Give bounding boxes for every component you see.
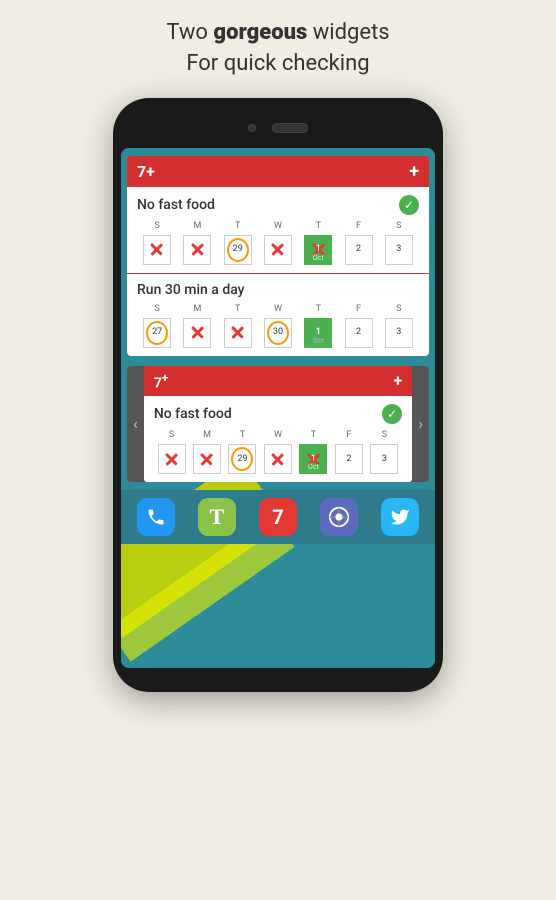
cell-t6-today[interactable]: 1 Oct [299,444,327,474]
textra-app-icon[interactable]: T [198,498,236,536]
cell-s2[interactable]: 3 [385,235,413,265]
widget-2-header: 7+ + [144,366,412,397]
cell-m2[interactable] [183,318,211,348]
habit-card-1: No fast food ✓ S M T W T F S [127,187,429,273]
nav-left-arrow[interactable]: ‹ [127,414,144,433]
habit-card-2: Run 30 min a day S M T W T F S [127,274,429,356]
x-icon [161,447,183,471]
cell-t1[interactable]: 29 [224,235,252,265]
habit-name-2: Run 30 min a day [137,282,245,298]
x-icon [196,447,218,471]
cell-s4[interactable]: 3 [385,318,413,348]
widget-1-plus[interactable]: + [409,161,419,182]
phone-screen: 7+ + No fast food ✓ S M T W [121,148,435,668]
habit-name-row-2: Run 30 min a day [137,282,419,298]
cell-f3[interactable]: 2 [335,444,363,474]
phone: 7+ + No fast food ✓ S M T W [113,98,443,692]
day-labels-2: S M T W T F S [137,304,419,314]
widget-1-header: 7+ + [127,156,429,187]
nav-right-arrow[interactable]: › [412,414,429,433]
cell-t2-today[interactable]: 1 Oct [304,235,332,265]
cell-t4-today[interactable]: 1 Oct [304,318,332,348]
widget-area: 7+ + No fast food ✓ S M T W [121,148,435,491]
camera-icon [248,124,256,132]
cell-f1[interactable]: 2 [345,235,373,265]
checkmark-icon-2: ✓ [382,404,402,424]
phone-top [121,112,435,144]
habit-name-3: No fast food [154,406,232,422]
cell-s6[interactable]: 3 [370,444,398,474]
page-wrapper: Two gorgeous widgetsFor quick checking 7… [0,0,556,900]
speaker-icon [272,123,308,133]
twitter-app-icon[interactable] [381,498,419,536]
x-icon [146,238,168,262]
x-icon [186,238,208,262]
seven-app-icon[interactable]: 7 [259,498,297,536]
x-icon [227,321,249,345]
bottom-app-bar: T 7 [121,490,435,544]
cell-s5[interactable] [158,444,186,474]
cell-m1[interactable] [183,235,211,265]
x-icon [267,447,289,471]
cell-f2[interactable]: 2 [345,318,373,348]
habit-card-3: No fast food ✓ S M T W T F S [144,396,412,482]
day-labels-1: S M T W T F S [137,221,419,231]
chrome-app-icon[interactable] [320,498,358,536]
cell-s1[interactable] [143,235,171,265]
widget-1-title: 7+ [137,162,155,181]
day-cells-3: 29 1 Oct 2 3 [154,444,402,474]
cell-w2[interactable]: 30 [264,318,292,348]
widget-2-plus[interactable]: + [393,371,402,392]
checkmark-icon-1: ✓ [399,195,419,215]
habit-name-1: No fast food [137,197,215,213]
day-labels-3: S M T W T F S [154,430,402,440]
habit-name-row-1: No fast food ✓ [137,195,419,215]
x-icon [186,321,208,345]
phone-bottom [121,668,435,678]
day-cells-2: 27 30 1 Oct 2 [137,318,419,348]
cell-m3[interactable] [193,444,221,474]
cell-w3[interactable] [264,444,292,474]
habit-name-row-3: No fast food ✓ [154,404,402,424]
widget-2-inner: 7+ + No fast food ✓ S M T [144,366,412,483]
widget-2-title: 7+ [154,371,168,392]
widget-2-wrapper: ‹ 7+ + No fast food ✓ S [127,366,429,483]
widget-1: 7+ + No fast food ✓ S M T W [127,156,429,356]
x-icon [267,238,289,262]
day-cells-1: 29 1 Oct 2 3 [137,235,419,265]
phone-app-icon[interactable] [137,498,175,536]
cell-t5[interactable]: 29 [228,444,256,474]
cell-w1[interactable] [264,235,292,265]
cell-t3[interactable] [224,318,252,348]
cell-s3[interactable]: 27 [143,318,171,348]
headline-bold: gorgeous [213,20,307,45]
headline: Two gorgeous widgetsFor quick checking [166,18,389,80]
